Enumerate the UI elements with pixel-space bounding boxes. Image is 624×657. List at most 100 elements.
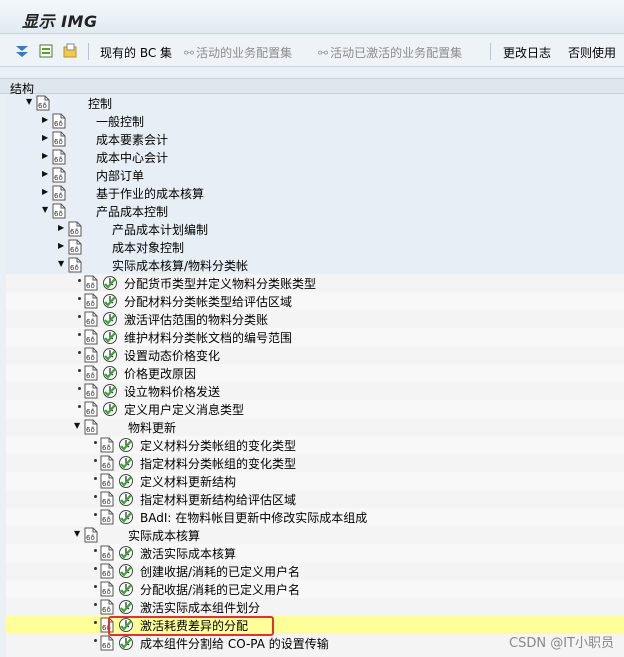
- tree-activity-row[interactable]: 6ð 激活评估范围的物料分类账: [6, 310, 624, 328]
- documentation-icon[interactable]: 6ð: [52, 185, 66, 201]
- expand-arrow-icon[interactable]: ▶: [42, 152, 50, 160]
- tree-label[interactable]: 激活实际成本核算: [140, 545, 236, 562]
- tree-label[interactable]: 控制: [88, 95, 112, 112]
- tree-label[interactable]: 定义材料更新结构: [140, 473, 236, 490]
- documentation-icon[interactable]: 6ð: [52, 149, 66, 165]
- expand-arrow-icon[interactable]: ▶: [42, 116, 50, 124]
- documentation-icon[interactable]: 6ð: [68, 257, 82, 273]
- tree-activity-row[interactable]: 6ð 指定材料更新结构给评估区域: [6, 490, 624, 508]
- tree-label[interactable]: 设置动态价格变化: [124, 347, 220, 364]
- tree-activity-row[interactable]: 6ð BAdI: 在物料帐目更新中修改实际成本组成: [6, 508, 624, 526]
- tree-label[interactable]: 价格更改原因: [124, 365, 196, 382]
- expand-arrow-icon[interactable]: ▶: [58, 242, 66, 250]
- tree-label[interactable]: 实际成本核算: [128, 527, 200, 544]
- tree-label[interactable]: 物料更新: [128, 419, 176, 436]
- expand-arrow-icon[interactable]: ▶: [42, 188, 50, 196]
- documentation-icon[interactable]: 6ð: [84, 311, 98, 327]
- tree-label[interactable]: 激活评估范围的物料分类账: [124, 311, 268, 328]
- documentation-icon[interactable]: 6ð: [84, 419, 98, 435]
- activated-bc-sets-button[interactable]: ⚯ 活动已激活的业务配置集: [318, 44, 462, 61]
- documentation-icon[interactable]: 6ð: [84, 401, 98, 417]
- execute-activity-icon[interactable]: [118, 509, 134, 525]
- activate-bc-sets-button[interactable]: ⚯ 活动的业务配置集: [184, 44, 292, 61]
- tree-label[interactable]: 实际成本核算/物料分类帐: [112, 257, 248, 274]
- tree-label[interactable]: BAdI: 在物料帐目更新中修改实际成本组成: [140, 509, 367, 526]
- tree-activity-row[interactable]: 6ð 定义用户定义消息类型: [6, 400, 624, 418]
- collapse-arrow-icon[interactable]: ▼: [58, 260, 66, 268]
- tree-activity-row[interactable]: 6ð 维护材料分类帐文档的编号范围: [6, 328, 624, 346]
- documentation-icon[interactable]: 6ð: [84, 329, 98, 345]
- tree-label[interactable]: 分配货币类型并定义物料分类账类型: [124, 275, 316, 292]
- tree-label[interactable]: 基于作业的成本核算: [96, 185, 204, 202]
- tree-node-row[interactable]: ▶ 6ð 成本中心会计: [6, 148, 624, 166]
- documentation-icon[interactable]: 6ð: [100, 491, 114, 507]
- documentation-icon[interactable]: 6ð: [84, 275, 98, 291]
- tree-label[interactable]: 产品成本控制: [96, 203, 168, 220]
- collapse-arrow-icon[interactable]: ▼: [74, 422, 82, 430]
- tree-node-row[interactable]: ▶ 6ð 内部订单: [6, 166, 624, 184]
- collapse-arrow-icon[interactable]: ▼: [26, 98, 34, 106]
- tree-activity-row[interactable]: 6ð 定义材料分类帐组的变化类型: [6, 436, 624, 454]
- tree-activity-row[interactable]: 6ð 设置动态价格变化: [6, 346, 624, 364]
- img-tree[interactable]: ▼ 6ð 控制 ▶ 6ð 一般控制 ▶ 6ð 成本要素会计 ▶ 6ð 成本中心会计 ▶ 6ð 内部订单 ▶ 6ð…: [6, 94, 624, 657]
- documentation-icon[interactable]: 6ð: [52, 131, 66, 147]
- tree-label[interactable]: 定义材料分类帐组的变化类型: [140, 437, 296, 454]
- tree-activity-row[interactable]: 6ð 分配材料分类帐类型给评估区域: [6, 292, 624, 310]
- tree-activity-row[interactable]: 6ð 设立物料价格发送: [6, 382, 624, 400]
- tree-activity-row[interactable]: 6ð 激活实际成本组件划分: [6, 598, 624, 616]
- expand-arrow-icon[interactable]: ▶: [42, 170, 50, 178]
- find-icon[interactable]: [38, 43, 54, 59]
- execute-activity-icon[interactable]: [102, 401, 118, 417]
- execute-activity-icon[interactable]: [102, 311, 118, 327]
- documentation-icon[interactable]: 6ð: [100, 509, 114, 525]
- execute-activity-icon[interactable]: [118, 545, 134, 561]
- tree-node-row[interactable]: ▼ 6ð 实际成本核算/物料分类帐: [6, 256, 624, 274]
- folder-note-icon[interactable]: [62, 43, 78, 59]
- tree-label[interactable]: 激活实际成本组件划分: [140, 599, 260, 616]
- execute-activity-icon[interactable]: [118, 455, 134, 471]
- documentation-icon[interactable]: 6ð: [84, 383, 98, 399]
- tree-label[interactable]: 内部订单: [96, 167, 144, 184]
- tree-label[interactable]: 产品成本计划编制: [112, 221, 208, 238]
- documentation-icon[interactable]: 6ð: [68, 239, 82, 255]
- expand-arrow-icon[interactable]: ▶: [58, 224, 66, 232]
- tree-label[interactable]: 一般控制: [96, 113, 144, 130]
- execute-activity-icon[interactable]: [118, 491, 134, 507]
- documentation-icon[interactable]: 6ð: [100, 455, 114, 471]
- tree-node-row[interactable]: ▼ 6ð 实际成本核算: [6, 526, 624, 544]
- documentation-icon[interactable]: 6ð: [84, 347, 98, 363]
- tree-node-row[interactable]: ▶ 6ð 一般控制: [6, 112, 624, 130]
- tree-node-row[interactable]: ▶ 6ð 基于作业的成本核算: [6, 184, 624, 202]
- tree-activity-row[interactable]: 6ð 价格更改原因: [6, 364, 624, 382]
- execute-activity-icon[interactable]: [102, 365, 118, 381]
- change-log-button[interactable]: 更改日志: [503, 44, 551, 61]
- tree-label[interactable]: 设立物料价格发送: [124, 383, 220, 400]
- execute-activity-icon[interactable]: [118, 473, 134, 489]
- documentation-icon[interactable]: 6ð: [100, 473, 114, 489]
- execute-activity-icon[interactable]: [102, 275, 118, 291]
- otherwise-use-button[interactable]: 否则使用: [568, 44, 616, 61]
- documentation-icon[interactable]: 6ð: [100, 581, 114, 597]
- tree-activity-row[interactable]: 6ð 分配收据/消耗的已定义用户名: [6, 580, 624, 598]
- expand-all-icon[interactable]: [14, 43, 30, 59]
- execute-activity-icon[interactable]: [102, 383, 118, 399]
- documentation-icon[interactable]: 6ð: [84, 365, 98, 381]
- documentation-icon[interactable]: 6ð: [84, 527, 98, 543]
- tree-label[interactable]: 成本对象控制: [112, 239, 184, 256]
- tree-label[interactable]: 维护材料分类帐文档的编号范围: [124, 329, 292, 346]
- tree-node-row[interactable]: ▼ 6ð 产品成本控制: [6, 202, 624, 220]
- documentation-icon[interactable]: 6ð: [36, 95, 50, 111]
- tree-activity-row[interactable]: 6ð 指定材料分类帐组的变化类型: [6, 454, 624, 472]
- current-bc-sets-button[interactable]: 现有的 BC 集: [100, 44, 172, 61]
- documentation-icon[interactable]: 6ð: [100, 599, 114, 615]
- tree-label[interactable]: 分配收据/消耗的已定义用户名: [140, 581, 300, 598]
- tree-activity-row[interactable]: 6ð 分配货币类型并定义物料分类账类型: [6, 274, 624, 292]
- execute-activity-icon[interactable]: [118, 437, 134, 453]
- tree-label[interactable]: 分配材料分类帐类型给评估区域: [124, 293, 292, 310]
- documentation-icon[interactable]: 6ð: [100, 563, 114, 579]
- tree-label[interactable]: 指定材料更新结构给评估区域: [140, 491, 296, 508]
- tree-node-row[interactable]: ▶ 6ð 产品成本计划编制: [6, 220, 624, 238]
- expand-arrow-icon[interactable]: ▶: [42, 134, 50, 142]
- tree-activity-row[interactable]: 6ð 创建收据/消耗的已定义用户名: [6, 562, 624, 580]
- execute-activity-icon[interactable]: [118, 635, 134, 651]
